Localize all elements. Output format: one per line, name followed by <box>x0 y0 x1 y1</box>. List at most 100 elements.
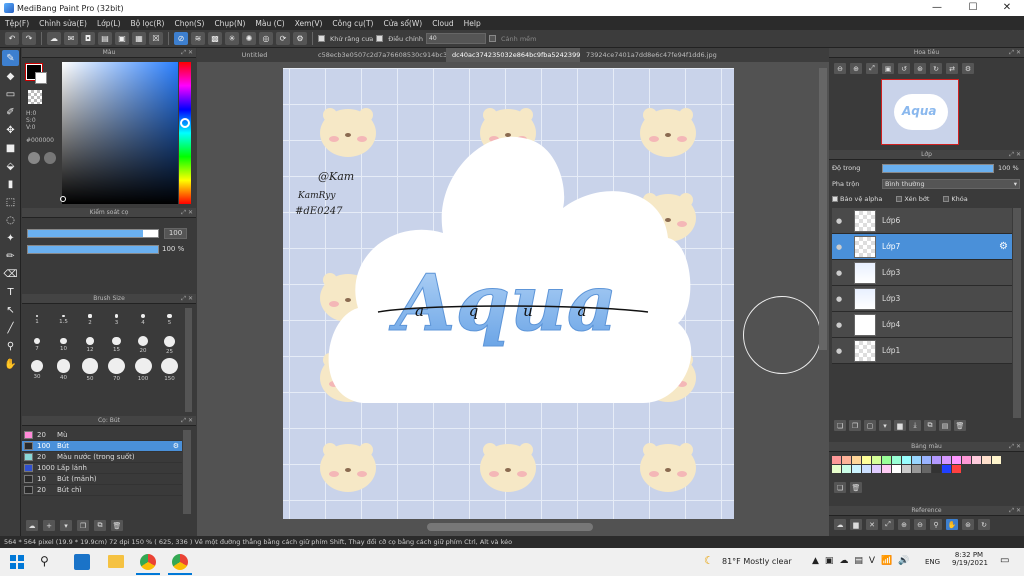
brush-size-cell[interactable]: 15 <box>104 333 130 357</box>
color-picker-icon[interactable] <box>44 152 56 164</box>
brush-tool-icon[interactable]: ✎ <box>2 50 19 66</box>
layer-more-icon[interactable]: ▤ <box>939 420 951 431</box>
menu-color[interactable]: Màu (C) <box>250 19 289 28</box>
notification-icon[interactable]: ▭ <box>1000 555 1009 566</box>
menu-help[interactable]: Help <box>459 19 486 28</box>
panel-menu-icon[interactable]: ⤢ ✕ <box>181 416 193 426</box>
circle-snap-icon[interactable]: ◎ <box>259 32 273 45</box>
panel-menu-icon[interactable]: ⤢ ✕ <box>181 48 193 58</box>
comment-icon[interactable]: ✉ <box>64 32 78 45</box>
color-swatch[interactable] <box>832 456 841 464</box>
hand-tool-icon[interactable]: ✋ <box>2 356 19 372</box>
rotate-right-icon[interactable]: ↻ <box>930 63 942 74</box>
brush-size-cell[interactable]: 50 <box>77 358 103 382</box>
correction-checkbox[interactable] <box>376 35 384 42</box>
zoom-in-icon[interactable]: ⊕ <box>850 63 862 74</box>
hand-reference-icon[interactable]: ✋ <box>946 519 958 530</box>
zoom-out-icon[interactable]: ⊖ <box>834 63 846 74</box>
merge-down-icon[interactable]: ⤓ <box>909 420 921 431</box>
brush-size-cell[interactable]: 4 <box>130 308 156 332</box>
protect-alpha-option[interactable]: Bảo vệ alpha <box>832 195 882 203</box>
color-swatch[interactable] <box>922 456 931 464</box>
color-swatch[interactable] <box>932 456 941 464</box>
color-swatch[interactable] <box>932 465 941 473</box>
chrome-icon[interactable] <box>172 554 188 570</box>
brush-size-cell[interactable]: 20 <box>130 333 156 357</box>
navigator-preview[interactable]: Aqua <box>881 79 959 145</box>
canvas-vertical-scrollbar[interactable] <box>819 68 827 350</box>
blur-tool-icon[interactable]: ✐ <box>2 104 19 120</box>
rotate-left-icon[interactable]: ↺ <box>898 63 910 74</box>
brush-item[interactable]: 10 Bút (mảnh) <box>22 474 182 485</box>
layer-item[interactable]: ● Lớp4 <box>832 312 1012 338</box>
delete-layer-icon[interactable]: 🗑 <box>954 420 966 431</box>
input-language[interactable]: ENG <box>925 558 940 566</box>
shape-tool-icon[interactable]: ■ <box>2 140 19 156</box>
eye-icon[interactable]: ● <box>832 347 846 355</box>
maximize-button[interactable]: ☐ <box>956 0 990 16</box>
select-pen-tool-icon[interactable]: ✏ <box>2 248 19 264</box>
menu-tools[interactable]: Công cụ(T) <box>327 19 378 28</box>
transparent-swatch[interactable] <box>28 90 42 104</box>
canvas-horizontal-scrollbar[interactable] <box>427 523 593 531</box>
brush-size-value[interactable]: 100 <box>164 228 187 239</box>
clock[interactable]: 8:32 PM 9/19/2021 <box>952 551 988 567</box>
color-swatch[interactable] <box>902 465 911 473</box>
correction-select[interactable]: 40 <box>426 33 486 44</box>
panel-menu-icon[interactable]: ⤢ ✕ <box>1009 506 1021 516</box>
text-tool-icon[interactable]: T <box>2 284 19 300</box>
rotate-reset-icon[interactable]: ⊛ <box>914 63 926 74</box>
layer-item[interactable]: ● Lớp3 <box>832 260 1012 286</box>
color-swatch[interactable] <box>862 456 871 464</box>
new-1bit-layer-icon[interactable]: ▢ <box>864 420 876 431</box>
hue-slider[interactable] <box>179 62 191 204</box>
minimize-button[interactable]: — <box>920 0 954 16</box>
artwork-canvas[interactable]: @Kam KamRyy #dE0247 Aqua a q u a <box>283 68 734 519</box>
select-eraser-tool-icon[interactable]: ⌫ <box>2 266 19 282</box>
brush-size-cell[interactable]: 40 <box>51 358 77 382</box>
color-swatch[interactable] <box>892 465 901 473</box>
brush-size-cell[interactable]: 30 <box>24 358 50 382</box>
new-layer-menu-icon[interactable]: ▾ <box>879 420 891 431</box>
brush-size-cell[interactable]: 2 <box>77 308 103 332</box>
dell-app-icon[interactable] <box>74 554 90 570</box>
brush-item[interactable]: 1000 Lấp lánh <box>22 463 182 474</box>
color-cursor[interactable] <box>60 196 66 202</box>
flip-icon[interactable]: ⇄ <box>946 63 958 74</box>
operation-tool-icon[interactable]: ↖ <box>2 302 19 318</box>
color-swatch[interactable] <box>922 465 931 473</box>
eye-icon[interactable]: ● <box>832 217 846 225</box>
folder-icon[interactable]: ▆ <box>894 420 906 431</box>
move-tool-icon[interactable]: ✥ <box>2 122 19 138</box>
brush-size-slider[interactable] <box>27 229 159 238</box>
brush-size-cell[interactable]: 12 <box>77 333 103 357</box>
menu-window[interactable]: Cửa sổ(W) <box>378 19 427 28</box>
duplicate-layer-icon[interactable]: ⧉ <box>924 420 936 431</box>
panel-menu-icon[interactable]: ⤢ ✕ <box>1009 48 1021 58</box>
brush-item[interactable]: 20 Màu nước (trong suốt) <box>22 452 182 463</box>
grid-icon[interactable]: ▦ <box>132 32 146 45</box>
open-reference-icon[interactable]: ▆ <box>850 519 862 530</box>
lasso-tool-icon[interactable]: ◌ <box>2 212 19 228</box>
tab-image-3[interactable]: 73924ce7401a7dd8e6c47fe94f1dd6.jpg <box>580 48 720 62</box>
color-swatch[interactable] <box>902 456 911 464</box>
hue-slider-handle[interactable] <box>180 118 190 128</box>
delete-swatch-icon[interactable]: 🗑 <box>850 482 862 493</box>
rotate-reference-icon[interactable]: ⊛ <box>962 519 974 530</box>
layer-item[interactable]: ● Lớp6 <box>832 208 1012 234</box>
brush-size-cell[interactable]: 1.5 <box>51 308 77 332</box>
clipping-option[interactable]: Xén bớt <box>896 195 929 203</box>
new-halftone-layer-icon[interactable]: ❐ <box>849 420 861 431</box>
layer-item[interactable]: ● Lớp1 <box>832 338 1012 364</box>
zoom-out-reference-icon[interactable]: ⊖ <box>914 519 926 530</box>
brush-size-cell[interactable]: 5 <box>157 308 183 332</box>
flip-reference-icon[interactable]: ↻ <box>978 519 990 530</box>
eye-icon[interactable]: ● <box>832 269 846 277</box>
zoom-in-reference-icon[interactable]: ⊕ <box>898 519 910 530</box>
color-swatch[interactable] <box>892 456 901 464</box>
menu-view[interactable]: Xem(V) <box>290 19 328 28</box>
color-wheel-icon[interactable] <box>28 152 40 164</box>
eye-icon[interactable]: ● <box>832 243 846 251</box>
layer-item[interactable]: ● Lớp3 <box>832 286 1012 312</box>
cloud-icon[interactable]: ☁ <box>47 32 61 45</box>
